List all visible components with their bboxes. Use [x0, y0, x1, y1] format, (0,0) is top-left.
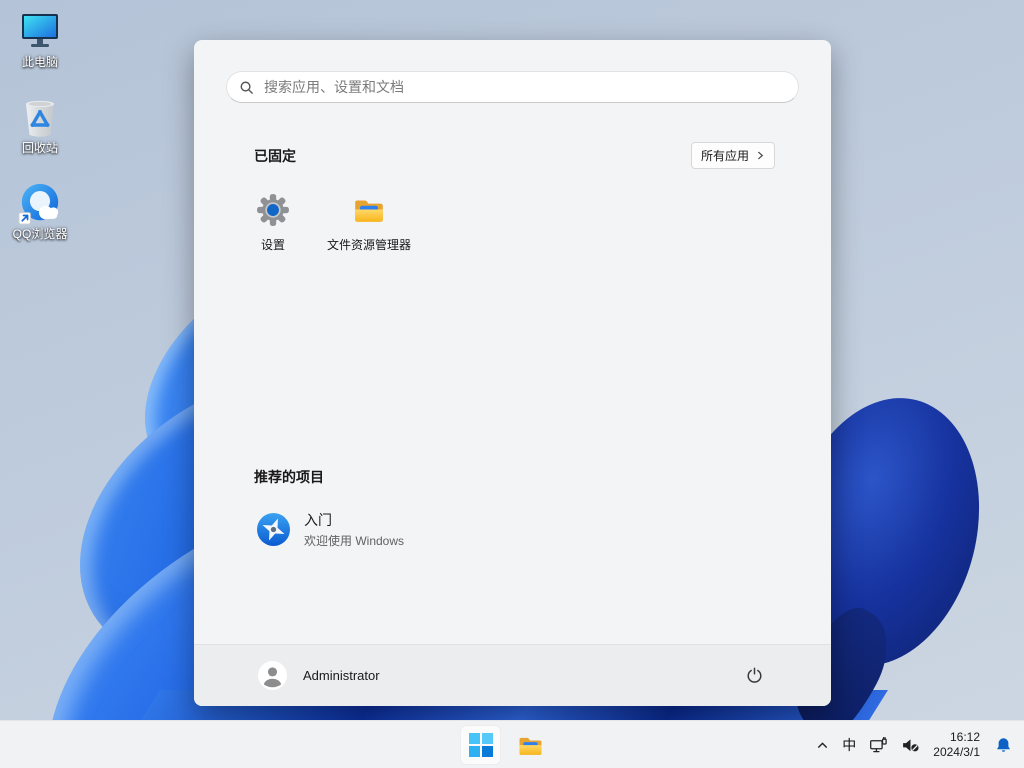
- recycle-bin-icon: [17, 94, 63, 140]
- volume-muted-icon: [901, 736, 920, 755]
- qq-browser-icon: [17, 180, 63, 226]
- all-apps-button[interactable]: 所有应用: [691, 142, 776, 169]
- network-ethernet-icon: [869, 736, 888, 755]
- get-started-icon: [257, 512, 290, 546]
- all-apps-label: 所有应用: [701, 149, 750, 163]
- user-avatar: [258, 661, 287, 690]
- recommended-item-get-started[interactable]: 入门 欢迎使用 Windows: [242, 505, 537, 553]
- recommended-heading: 推荐的项目: [254, 469, 324, 485]
- desktop-icon-label: 此电脑: [21, 55, 58, 69]
- pinned-heading: 已固定: [254, 148, 296, 164]
- clock-date: 2024/3/1: [933, 745, 980, 759]
- pinned-app-settings[interactable]: 设置: [225, 188, 321, 276]
- taskbar-center: [460, 721, 550, 768]
- desktop-icon-label: QQ浏览器: [12, 226, 68, 241]
- taskbar: 中 16:12 2024/3/1: [0, 720, 1024, 768]
- tray-overflow-button[interactable]: [816, 725, 829, 765]
- pinned-app-label: 设置: [260, 238, 285, 252]
- system-tray: 中 16:12 2024/3/1: [816, 721, 1024, 768]
- search-input[interactable]: [262, 78, 786, 96]
- desktop-icon-qq-browser[interactable]: QQ浏览器: [4, 180, 76, 242]
- pinned-app-label: 文件资源管理器: [326, 238, 411, 252]
- clock[interactable]: 16:12 2024/3/1: [933, 730, 980, 760]
- desktop-icon-recycle-bin[interactable]: 回收站: [4, 94, 76, 156]
- start-user-bar: Administrator: [194, 644, 831, 706]
- windows-logo-icon: [468, 733, 493, 757]
- notification-bell-icon: [995, 737, 1012, 754]
- start-search-box[interactable]: [226, 71, 799, 103]
- pinned-app-file-explorer[interactable]: 文件资源管理器: [321, 188, 417, 276]
- desktop-screen: 此电脑 回收站 QQ浏览器 搜索应用、设置和文档 已固定 所有应用 设置 文件资…: [0, 0, 1024, 768]
- desktop-icon-label: 回收站: [21, 140, 58, 155]
- chevron-up-icon: [816, 739, 829, 752]
- start-menu: 已固定 所有应用: [194, 40, 831, 706]
- search-icon: [239, 80, 254, 95]
- user-name: Administrator: [303, 668, 380, 683]
- desktop-icon-list: 此电脑 回收站 QQ浏览器: [4, 8, 76, 241]
- user-account-button[interactable]: Administrator: [258, 661, 380, 690]
- network-tray-button[interactable]: [869, 725, 888, 765]
- clock-time: 16:12: [949, 730, 980, 744]
- recommended-item-subtitle: 欢迎使用 Windows: [304, 533, 405, 548]
- settings-gear-icon: [256, 192, 290, 228]
- file-explorer-icon: [517, 732, 544, 759]
- file-explorer-icon: [352, 192, 386, 228]
- volume-tray-button[interactable]: [901, 725, 920, 765]
- recommended-item-text: 入门 欢迎使用 Windows: [304, 510, 404, 549]
- taskbar-file-explorer-button[interactable]: [510, 725, 550, 765]
- desktop-icon-this-pc[interactable]: 此电脑: [4, 8, 76, 70]
- power-icon: [746, 667, 763, 684]
- power-button[interactable]: [737, 659, 771, 693]
- recommended-item-title: 入门: [304, 511, 332, 528]
- notifications-button[interactable]: [995, 725, 1012, 765]
- this-pc-icon: [17, 8, 63, 54]
- chevron-right-icon: [756, 151, 765, 160]
- start-button[interactable]: [460, 725, 501, 765]
- ime-indicator[interactable]: 中: [842, 725, 856, 765]
- pinned-apps-grid: 设置 文件资源管理器: [225, 188, 417, 276]
